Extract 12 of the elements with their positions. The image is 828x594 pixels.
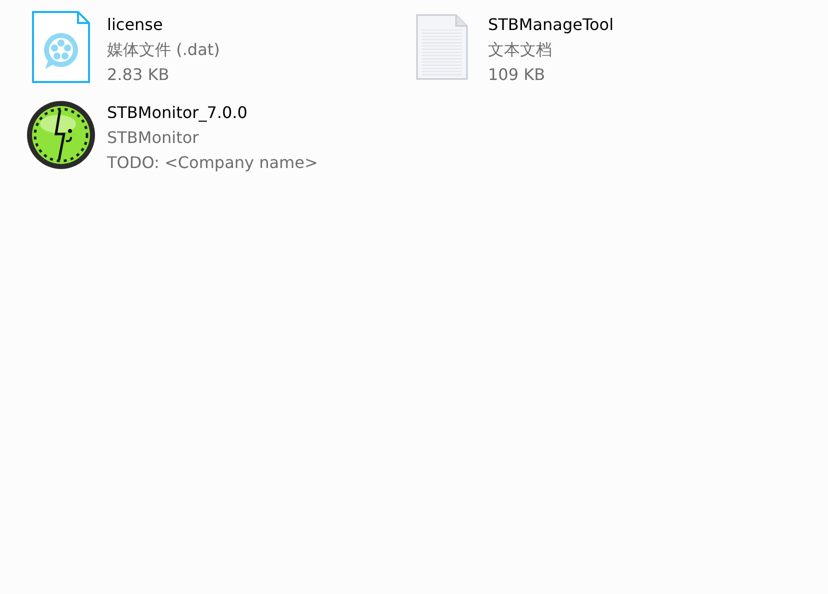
file-detail: 2.83 KB [107,64,170,86]
file-detail: 109 KB [488,64,546,86]
file-detail: STBMonitor [107,127,200,149]
file-detail: 媒体文件 (.dat) [107,39,220,61]
file-name[interactable]: STBMonitor_7.0.0 [107,100,318,125]
file-name[interactable]: STBManageTool [488,12,614,37]
file-detail: TODO: <Company name> [107,152,318,174]
file-detail: 文本文档 [488,39,553,61]
text-document-icon [416,14,468,80]
smiley-clock-icon [26,100,96,170]
file-name[interactable]: license [107,12,220,37]
media-file-icon [32,11,90,83]
